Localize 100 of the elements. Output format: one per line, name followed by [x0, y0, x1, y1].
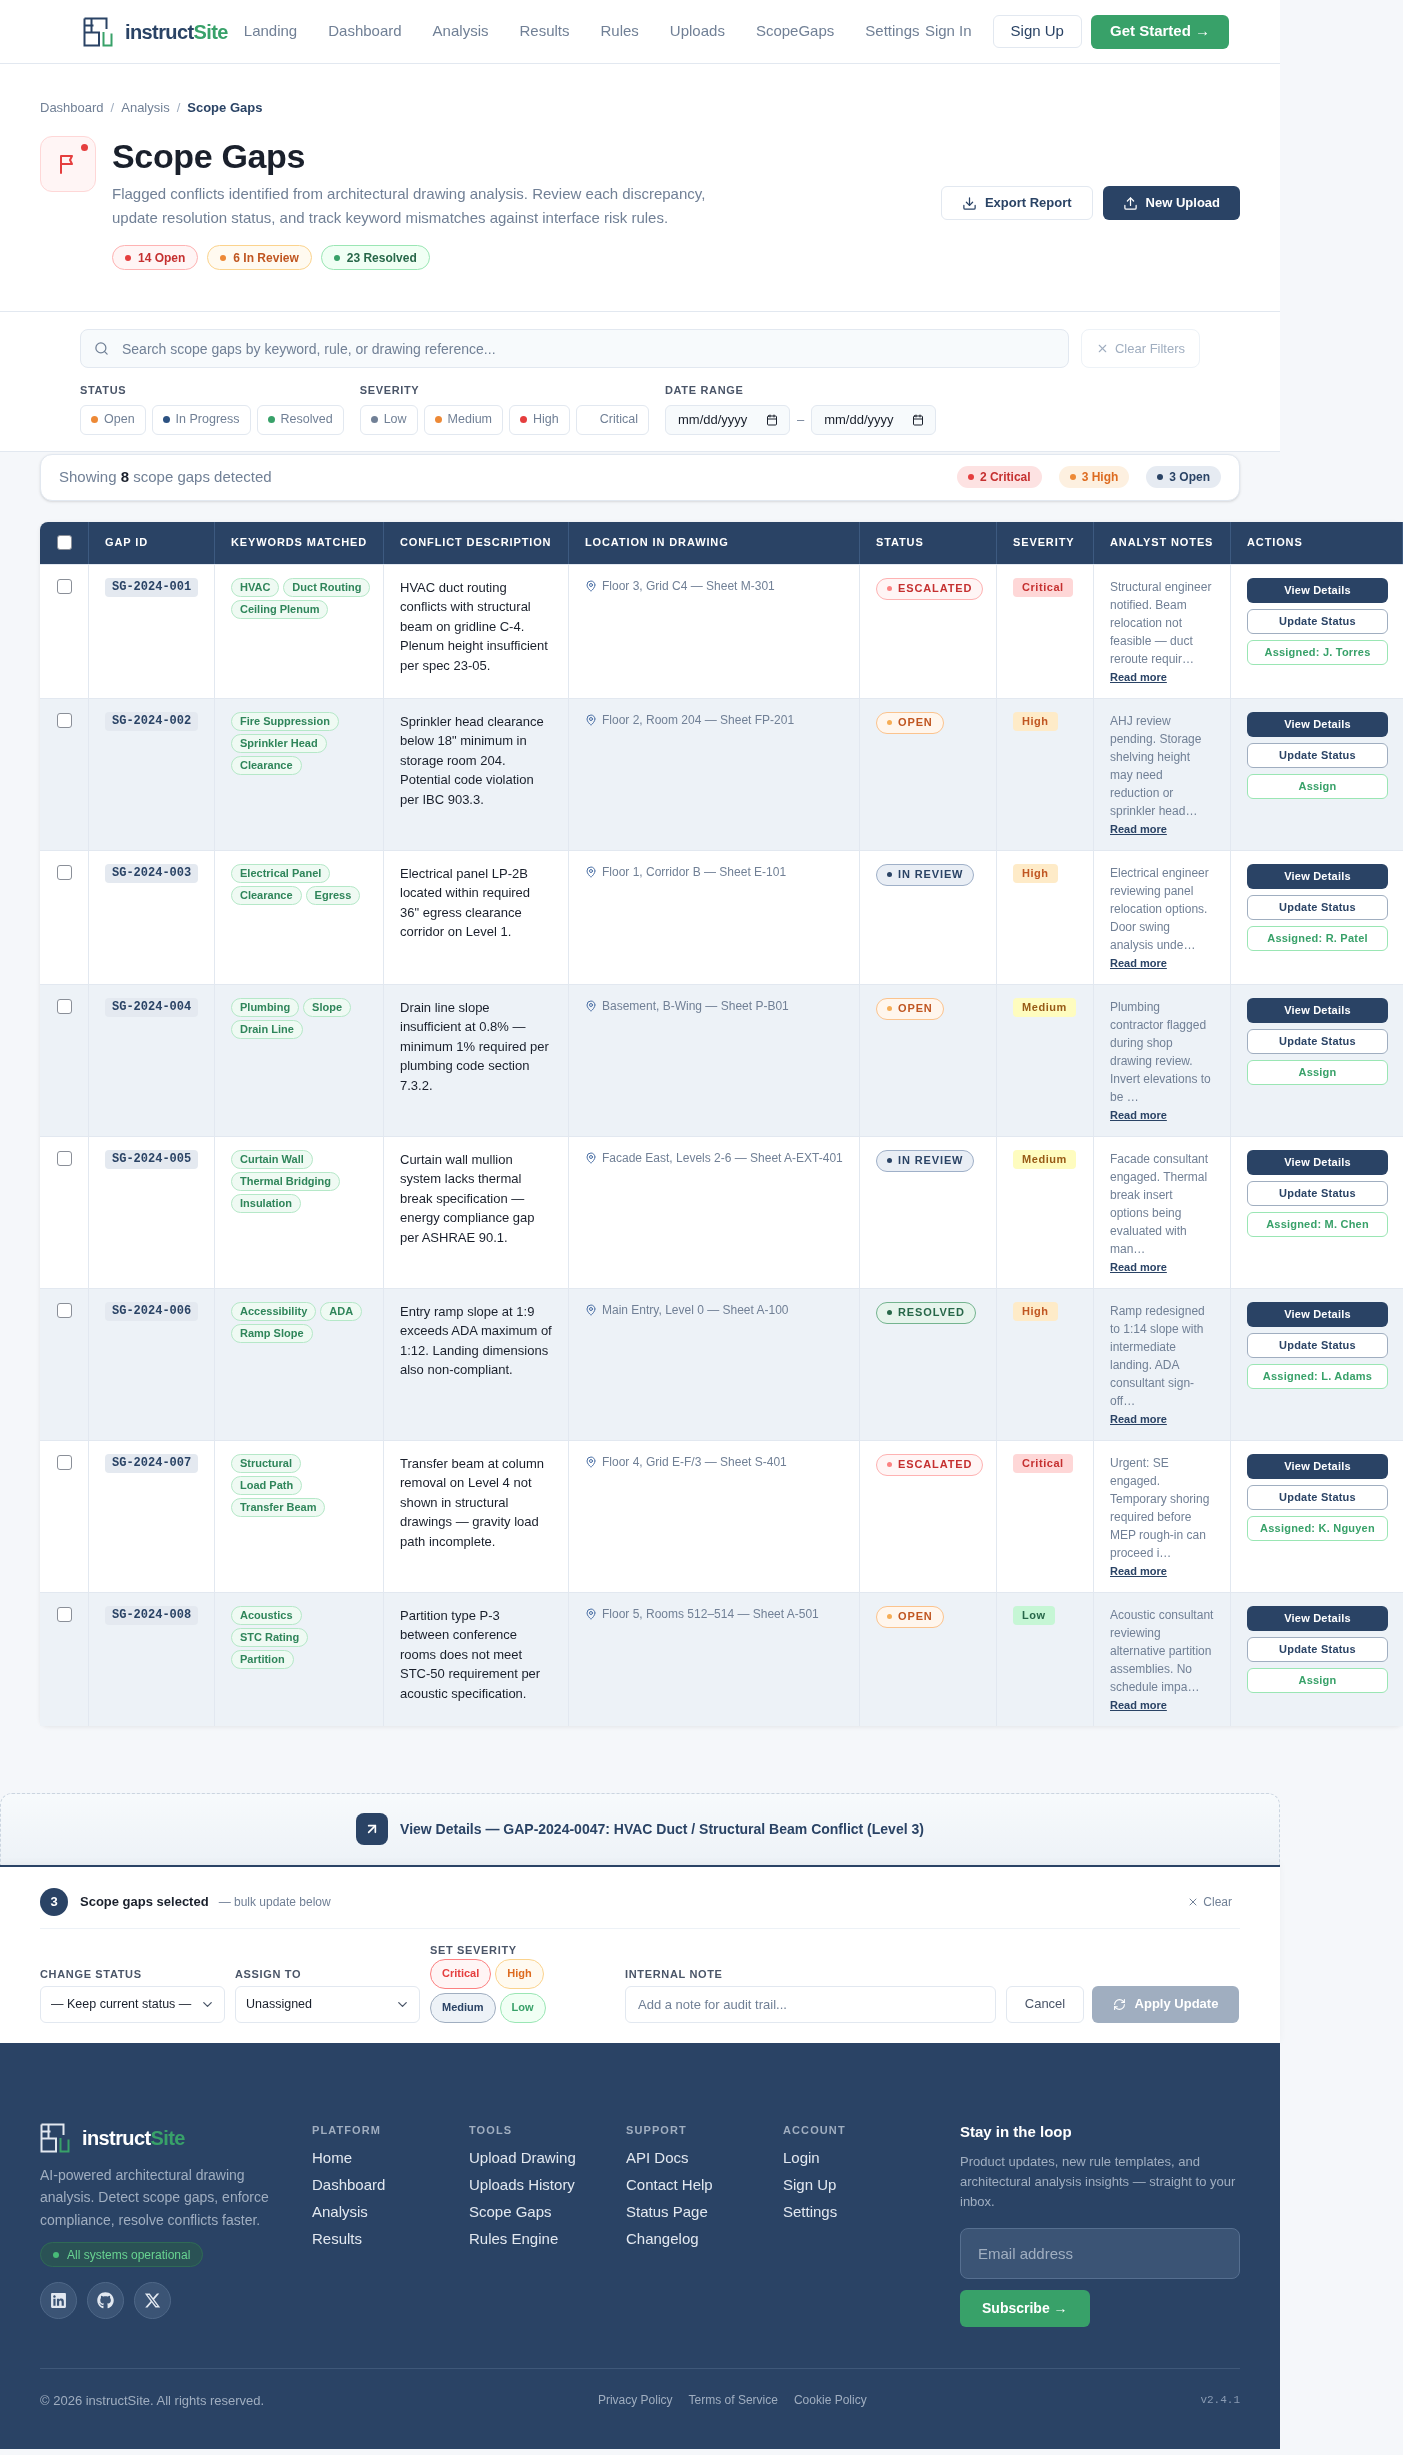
view-details-link[interactable]: View Details — GAP-2024-0047: HVAC Duct / Structural Beam Conflict (Level 3)	[356, 1813, 924, 1845]
breadcrumb-link[interactable]: Analysis	[121, 99, 170, 117]
view-details-button[interactable]: View Details	[1247, 1605, 1388, 1631]
clear-selection-button[interactable]: Clear	[1187, 1892, 1232, 1911]
read-more-link[interactable]: Read more	[1110, 820, 1167, 837]
severity-option[interactable]: Critical	[430, 1958, 492, 1989]
view-details-button[interactable]: View Details	[1247, 1149, 1388, 1175]
assignee-select[interactable]: Unassigned	[235, 1985, 420, 2023]
keyword-tag: Drain Line	[231, 1019, 303, 1039]
start-date-field[interactable]: mm/dd/yyyy	[664, 404, 790, 435]
keyword-tag: Electrical Panel	[231, 863, 331, 883]
footer-link[interactable]: Scope Gaps	[469, 2202, 552, 2221]
update-status-button[interactable]: Update Status	[1247, 1028, 1388, 1054]
social-link[interactable]	[134, 2282, 171, 2319]
nav-link[interactable]: Rules	[600, 20, 639, 43]
read-more-link[interactable]: Read more	[1110, 1562, 1167, 1579]
row-checkbox[interactable]	[56, 712, 72, 728]
filter-chip[interactable]: Critical	[575, 404, 649, 435]
update-status-button[interactable]: Update Status	[1247, 894, 1388, 920]
email-field[interactable]: Email address	[960, 2227, 1240, 2279]
update-status-button[interactable]: Update Status	[1247, 1636, 1388, 1662]
status-select[interactable]: — Keep current status —	[40, 1985, 225, 2023]
row-checkbox[interactable]	[56, 1454, 72, 1470]
read-more-link[interactable]: Read more	[1110, 1258, 1167, 1275]
view-details-button[interactable]: View Details	[1247, 577, 1388, 603]
select-all-checkbox[interactable]	[56, 535, 72, 550]
legal-link[interactable]: Cookie Policy	[793, 2391, 867, 2410]
nav-link[interactable]: Landing	[243, 20, 298, 43]
results-count-text: Showing 8 scope gaps detected	[59, 466, 272, 487]
view-details-button[interactable]: View Details	[1247, 863, 1388, 889]
row-checkbox[interactable]	[56, 864, 72, 880]
footer-link[interactable]: Uploads History	[469, 2175, 575, 2194]
update-status-button[interactable]: Update Status	[1247, 742, 1388, 768]
nav-link[interactable]: Uploads	[669, 20, 725, 43]
footer-link[interactable]: Home	[312, 2148, 352, 2167]
end-date-field[interactable]: mm/dd/yyyy	[811, 404, 937, 435]
filter-chip[interactable]: High	[509, 404, 570, 435]
badge-text: 23 Resolved	[346, 249, 417, 267]
social-link[interactable]	[87, 2282, 124, 2319]
nav-link[interactable]: Analysis	[432, 20, 489, 43]
gap-id-tag: SG-2024-001	[105, 577, 199, 597]
legal-link[interactable]: Privacy Policy	[597, 2391, 673, 2410]
keyword-tag: Sprinkler Head	[231, 733, 327, 753]
keyword-tag: Accessibility	[231, 1301, 317, 1321]
nav-link[interactable]: ScopeGaps	[755, 20, 835, 43]
footer-link[interactable]: Status Page	[626, 2202, 708, 2221]
nav-link[interactable]: Settings	[865, 20, 920, 43]
read-more-link[interactable]: Read more	[1110, 1696, 1167, 1713]
export-report-button[interactable]: Export Report	[940, 186, 1093, 220]
view-details-button[interactable]: View Details	[1247, 1301, 1388, 1327]
footer-link[interactable]: Settings	[783, 2202, 838, 2221]
footer-link[interactable]: Results	[312, 2229, 363, 2248]
breadcrumb-link[interactable]: Dashboard	[40, 99, 104, 117]
footer-link[interactable]: Dashboard	[312, 2175, 386, 2194]
new-upload-button[interactable]: New Upload	[1102, 186, 1240, 220]
page-title: Scope Gaps	[112, 136, 307, 176]
update-status-button[interactable]: Update Status	[1247, 1180, 1388, 1206]
field-label: INTERNAL NOTE	[625, 1966, 724, 1981]
footer-link[interactable]: Login	[783, 2148, 820, 2167]
read-more-link[interactable]: Read more	[1110, 1106, 1167, 1123]
footer-link[interactable]: Upload Drawing	[469, 2148, 576, 2167]
row-checkbox[interactable]	[56, 1606, 72, 1622]
footer-link[interactable]: Rules Engine	[469, 2229, 559, 2248]
read-more-link[interactable]: Read more	[1110, 668, 1167, 685]
filter-chip[interactable]: Medium	[423, 404, 504, 435]
footer-column-title: ACCOUNT	[783, 2122, 847, 2137]
footer-link[interactable]: API Docs	[626, 2148, 689, 2167]
view-details-button[interactable]: View Details	[1247, 711, 1388, 737]
view-details-button[interactable]: View Details	[1247, 1453, 1388, 1479]
row-checkbox[interactable]	[56, 578, 72, 594]
footer-link[interactable]: Changelog	[626, 2229, 699, 2248]
linkedin-icon	[50, 2292, 67, 2309]
read-more-link[interactable]: Read more	[1110, 1410, 1167, 1427]
search-field[interactable]: Search scope gaps by keyword, rule, or drawing reference...	[80, 329, 1069, 368]
nav-link[interactable]: Results	[519, 20, 570, 43]
row-checkbox[interactable]	[56, 1150, 72, 1166]
footer-tagline: AI-powered architectural drawing analysis. Detect scope gaps, enforce compliance, resolve conflicts faster.	[40, 2165, 270, 2230]
cancel-button[interactable]: Cancel	[1006, 1985, 1084, 2023]
social-link[interactable]	[40, 2282, 77, 2319]
internal-note-field[interactable]: Add a note for audit trail...	[625, 1985, 996, 2023]
severity-option[interactable]: Medium	[430, 1992, 496, 2023]
update-status-button[interactable]: Update Status	[1247, 1484, 1388, 1510]
nav-link[interactable]: Dashboard	[328, 20, 402, 43]
sign-in-link[interactable]: Sign In	[924, 20, 972, 43]
read-more-link[interactable]: Read more	[1110, 954, 1167, 971]
update-status-button[interactable]: Update Status	[1247, 608, 1388, 634]
filter-chip[interactable]: In Progress	[151, 404, 251, 435]
row-checkbox[interactable]	[56, 998, 72, 1014]
footer-link[interactable]: Analysis	[312, 2202, 368, 2221]
severity-tag: High	[1013, 711, 1058, 731]
filter-chip[interactable]: Resolved	[256, 404, 344, 435]
filter-chip[interactable]: Low	[359, 404, 418, 435]
legal-link[interactable]: Terms of Service	[688, 2391, 778, 2410]
view-details-button[interactable]: View Details	[1247, 997, 1388, 1023]
footer-link[interactable]: Sign Up	[783, 2175, 837, 2194]
row-checkbox[interactable]	[56, 1302, 72, 1318]
sign-up-button[interactable]: Sign Up	[992, 15, 1082, 48]
footer-link[interactable]: Contact Help	[626, 2175, 713, 2194]
filter-chip[interactable]: Open	[80, 404, 146, 435]
update-status-button[interactable]: Update Status	[1247, 1332, 1388, 1358]
